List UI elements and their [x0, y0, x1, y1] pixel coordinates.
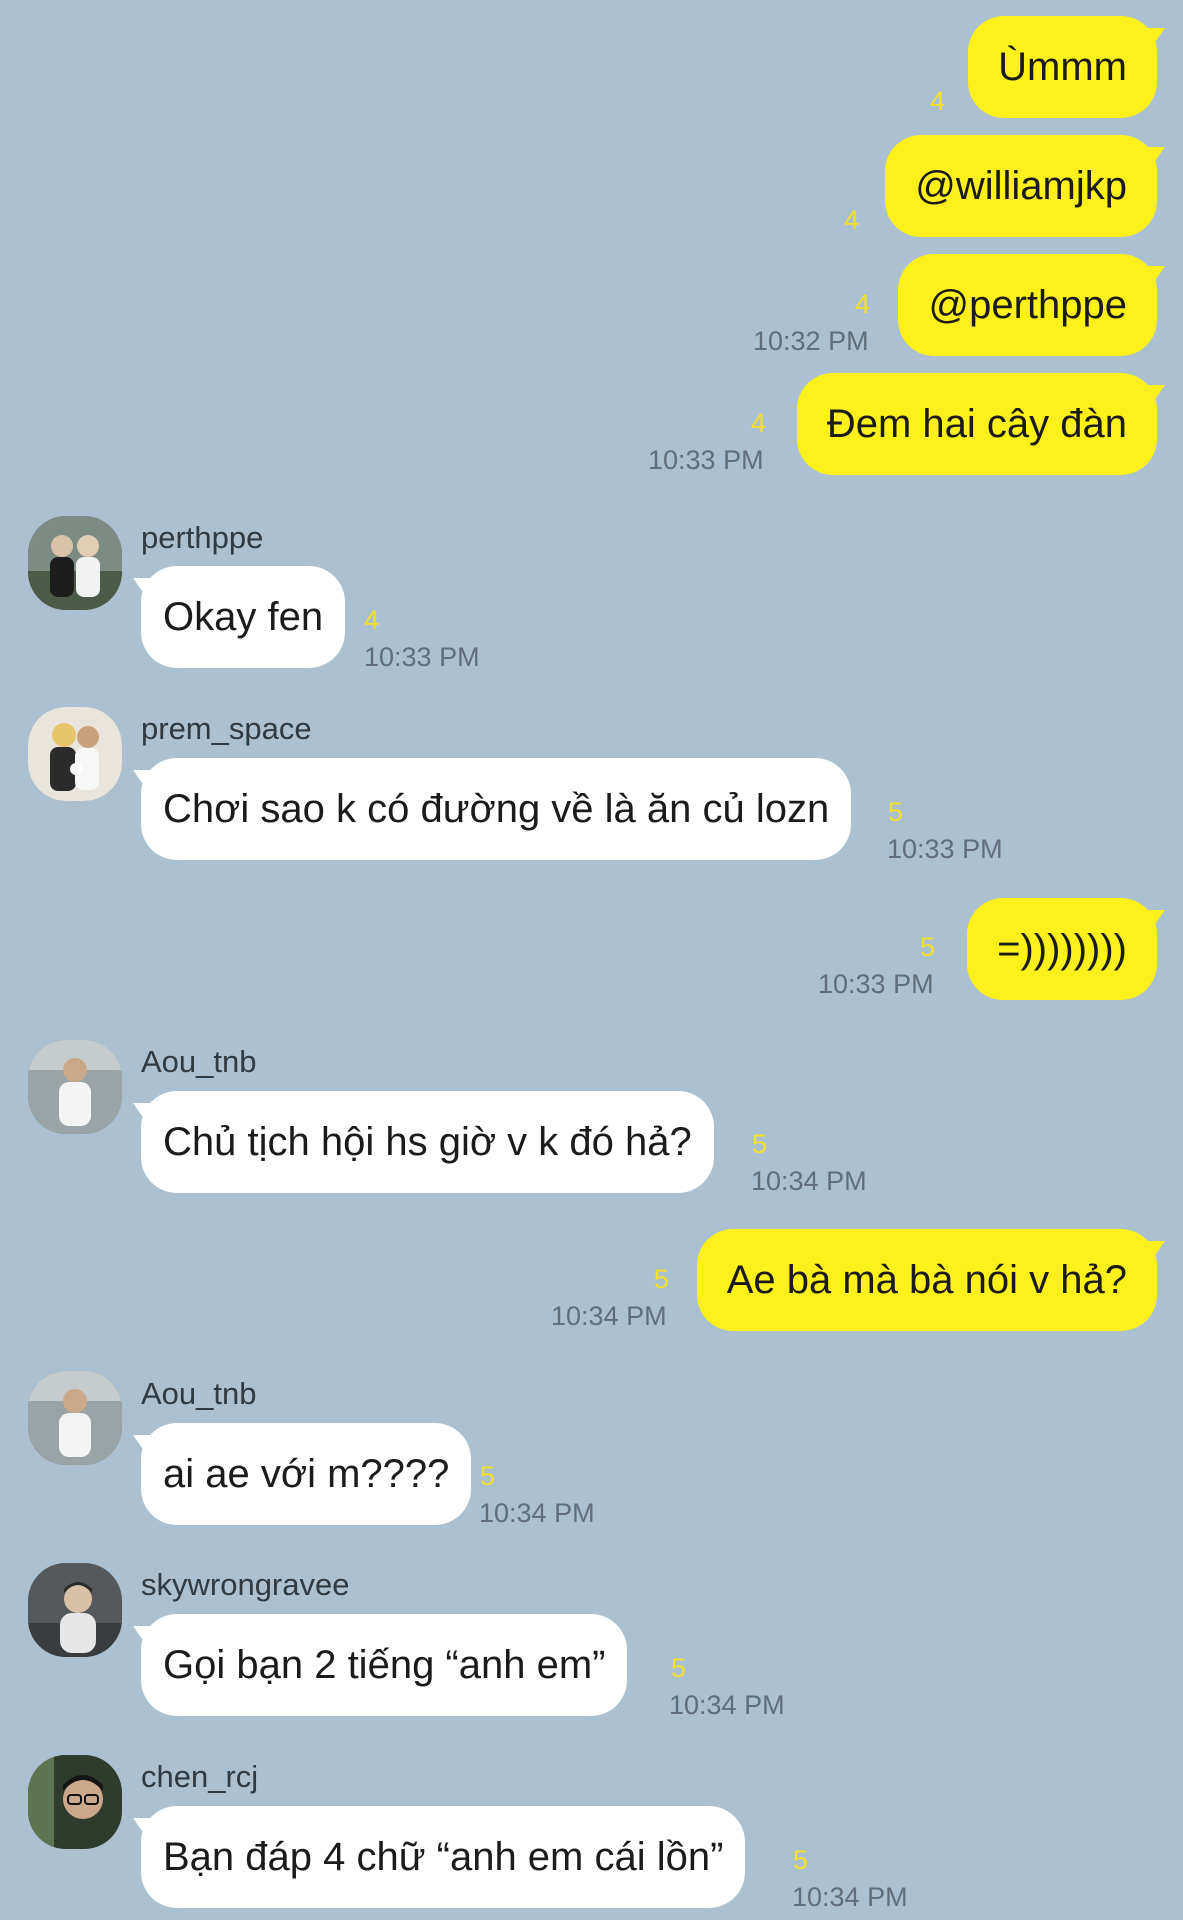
unread-count: 5 [480, 1461, 496, 1491]
outgoing-message-bubble[interactable]: Đem hai cây đàn [796, 373, 1157, 475]
message-timestamp: 10:33 PM [887, 834, 1003, 864]
user-avatar-icon[interactable] [28, 1563, 122, 1657]
outgoing-message-bubble[interactable]: @williamjkp [885, 135, 1157, 237]
message-timestamp: 10:34 PM [751, 1166, 867, 1196]
sender-name: prem_space [141, 711, 312, 746]
unread-count: 5 [752, 1129, 768, 1159]
unread-count: 4 [930, 86, 946, 116]
user-avatar-icon[interactable] [28, 707, 122, 801]
message-timestamp: 10:33 PM [648, 445, 764, 475]
outgoing-message-bubble[interactable]: Ae bà mà bà nói v hả? [696, 1229, 1157, 1331]
incoming-message-bubble[interactable]: Gọi bạn 2 tiếng “anh em” [141, 1614, 628, 1716]
outgoing-message-bubble[interactable]: @perthppe [898, 254, 1157, 356]
unread-count: 4 [844, 205, 860, 235]
message-timestamp: 10:32 PM [753, 326, 869, 356]
user-avatar-icon[interactable] [28, 1755, 122, 1849]
message-timestamp: 10:33 PM [818, 969, 934, 999]
message-timestamp: 10:34 PM [551, 1301, 667, 1331]
sender-name: Aou_tnb [141, 1044, 257, 1079]
unread-count: 5 [793, 1845, 809, 1875]
user-avatar-icon[interactable] [28, 1371, 122, 1465]
unread-count: 5 [920, 932, 936, 962]
incoming-message-bubble[interactable]: Chơi sao k có đường về là ăn củ lozn [141, 758, 852, 860]
sender-name: skywrongravee [141, 1567, 350, 1602]
unread-count: 4 [364, 605, 380, 635]
user-avatar-icon[interactable] [28, 1040, 122, 1134]
message-timestamp: 10:34 PM [792, 1882, 908, 1912]
unread-count: 5 [888, 797, 904, 827]
unread-count: 5 [671, 1653, 687, 1683]
message-timestamp: 10:34 PM [479, 1498, 595, 1528]
message-timestamp: 10:34 PM [669, 1690, 785, 1720]
sender-name: Aou_tnb [141, 1376, 257, 1411]
incoming-message-bubble[interactable]: Bạn đáp 4 chữ “anh em cái lồn” [141, 1806, 746, 1908]
sender-name: perthppe [141, 520, 264, 555]
incoming-message-bubble[interactable]: ai ae với m???? [141, 1423, 472, 1525]
unread-count: 5 [654, 1264, 670, 1294]
user-avatar-icon[interactable] [28, 516, 122, 610]
outgoing-message-bubble[interactable]: =)))))))) [967, 898, 1157, 1000]
incoming-message-bubble[interactable]: Okay fen [141, 566, 346, 668]
chat-room[interactable]: Ùmmm 4 @williamjkp 4 @perthppe 4 10:32 P… [0, 0, 1183, 1920]
outgoing-message-bubble[interactable]: Ùmmm [968, 16, 1157, 118]
unread-count: 4 [751, 408, 767, 438]
sender-name: chen_rcj [141, 1759, 259, 1794]
incoming-message-bubble[interactable]: Chủ tịch hội hs giờ v k đó hả? [141, 1091, 714, 1193]
message-timestamp: 10:33 PM [364, 642, 480, 672]
unread-count: 4 [855, 289, 871, 319]
